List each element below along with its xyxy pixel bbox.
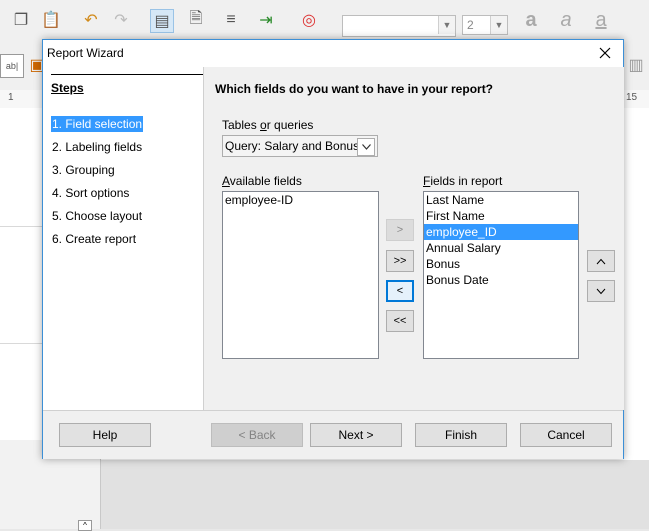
dialog-title: Report Wizard: [47, 46, 124, 60]
page-title: Which fields do you want to have in your…: [215, 82, 494, 96]
bold-a-icon[interactable]: a: [520, 9, 542, 31]
fields-in-report-label: Fields in report: [423, 174, 503, 188]
underline-a-icon[interactable]: a: [590, 9, 612, 31]
list-item[interactable]: First Name: [424, 208, 578, 224]
step-item[interactable]: 6. Create report: [51, 231, 137, 247]
back-button[interactable]: < Back: [211, 423, 303, 447]
steps-heading: Steps: [51, 81, 84, 95]
table-design-icon[interactable]: ▤: [150, 9, 174, 33]
list-item[interactable]: Bonus: [424, 256, 578, 272]
divider: [0, 343, 44, 344]
available-fields-label: Available fields: [222, 174, 302, 188]
list-item[interactable]: Bonus Date: [424, 272, 578, 288]
step-item[interactable]: 3. Grouping: [51, 162, 116, 178]
steps-pane: Steps 1. Field selection 2. Labeling fiel…: [43, 67, 203, 410]
tables-or-queries-select[interactable]: Query: Salary and Bonus: [222, 135, 378, 157]
add-all-fields-button[interactable]: >>: [386, 250, 414, 272]
chevron-down-icon: ▼: [438, 16, 455, 34]
list-item[interactable]: Last Name: [424, 192, 578, 208]
fields-in-report-list[interactable]: Last Name First Name employee_ID Annual Sal…: [423, 191, 579, 359]
cancel-button[interactable]: Cancel: [520, 423, 612, 447]
close-icon: [599, 47, 611, 59]
form-icon[interactable]: 🗎: [185, 9, 207, 31]
tables-or-queries-label: Tables or queries: [222, 118, 314, 132]
remove-field-button[interactable]: <: [386, 280, 414, 302]
standard-toolbar: ❐ 📋 ↶ ↷ ▤ 🗎 ≡ ⇥ ◎ ▼ 2 ▼ a a a: [0, 0, 649, 41]
list-item[interactable]: employee_ID: [424, 224, 578, 240]
align-icon[interactable]: ≡: [220, 9, 242, 31]
chevron-up-icon[interactable]: ^: [78, 520, 92, 531]
step-item[interactable]: 1. Field selection: [51, 116, 144, 132]
import-icon[interactable]: ⇥: [255, 9, 277, 31]
remove-all-fields-button[interactable]: <<: [386, 310, 414, 332]
list-item[interactable]: employee-ID: [223, 192, 378, 208]
dialog-titlebar: Report Wizard: [43, 40, 623, 67]
help-lifebuoy-icon[interactable]: ◎: [298, 9, 320, 31]
italic-a-icon[interactable]: a: [555, 9, 577, 31]
list-item[interactable]: Annual Salary: [424, 240, 578, 256]
chevron-down-icon: ▼: [490, 16, 507, 34]
text-field-icon[interactable]: ab|: [0, 54, 24, 78]
move-up-button[interactable]: [587, 250, 615, 272]
step-item[interactable]: 4. Sort options: [51, 185, 130, 201]
workspace-background: [100, 460, 649, 529]
report-wizard-dialog: Report Wizard Steps 1. Field selection 2.…: [42, 39, 624, 459]
next-button[interactable]: Next >: [310, 423, 402, 447]
divider: [0, 226, 44, 227]
close-button[interactable]: [595, 43, 615, 63]
step-item[interactable]: 5. Choose layout: [51, 208, 143, 224]
copy-icon[interactable]: ❐: [10, 9, 32, 31]
font-name-select[interactable]: ▼: [342, 15, 456, 37]
move-down-button[interactable]: [587, 280, 615, 302]
chart-icon[interactable]: ▥: [625, 54, 647, 76]
chevron-down-icon: [596, 288, 606, 294]
finish-button[interactable]: Finish: [415, 423, 507, 447]
available-fields-list[interactable]: employee-ID: [222, 191, 379, 359]
field-selection-pane: Which fields do you want to have in your…: [203, 67, 624, 410]
paste-icon[interactable]: 📋: [40, 9, 62, 31]
redo-icon[interactable]: ↷: [110, 9, 132, 31]
step-item[interactable]: 2. Labeling fields: [51, 139, 143, 155]
help-button[interactable]: Help: [59, 423, 151, 447]
undo-icon[interactable]: ↶: [80, 9, 102, 31]
chevron-down-icon: [357, 138, 375, 156]
font-size-select[interactable]: 2 ▼: [462, 15, 508, 35]
chevron-up-icon: [596, 258, 606, 264]
add-field-button[interactable]: >: [386, 219, 414, 241]
divider: [51, 74, 203, 75]
dialog-footer: Help < Back Next > Finish Cancel: [43, 410, 623, 459]
